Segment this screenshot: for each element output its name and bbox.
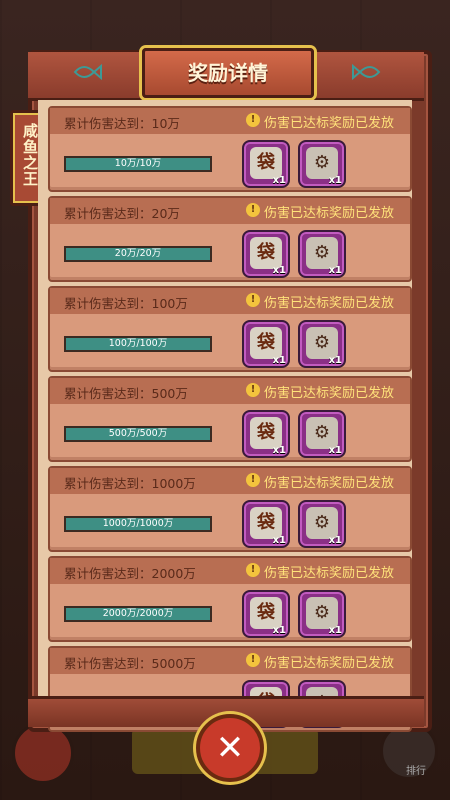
- reward-threshold-label: 累计伤害达到：1000万: [64, 476, 196, 491]
- item-quantity: x1: [328, 625, 342, 636]
- panel-title: 奖励详情: [142, 48, 314, 98]
- info-icon: !: [246, 203, 260, 217]
- item-quantity: x1: [272, 175, 286, 186]
- reward-threshold-label: 累计伤害达到：10万: [64, 116, 180, 131]
- damage-progress-bar: 10万/10万: [64, 156, 212, 172]
- reward-item-bag[interactable]: 袋 x1: [242, 410, 290, 458]
- progress-text: 2000万/2000万: [102, 608, 174, 619]
- progress-text: 10万/10万: [114, 158, 162, 169]
- damage-progress-bar: 1000万/1000万: [64, 516, 212, 532]
- item-quantity: x1: [272, 625, 286, 636]
- item-quantity: x1: [328, 445, 342, 456]
- progress-text: 20万/20万: [114, 248, 162, 259]
- reward-row: 累计伤害达到：10万 ! 伤害已达标奖励已发放 10万/10万 袋 x1 ⚙ x…: [48, 106, 412, 192]
- close-button[interactable]: ✕: [196, 714, 264, 782]
- reward-status: 伤害已达标奖励已发放: [264, 116, 395, 131]
- reward-row: 累计伤害达到：20万 ! 伤害已达标奖励已发放 20万/20万 袋 x1 ⚙ x…: [48, 196, 412, 282]
- reward-status: 伤害已达标奖励已发放: [264, 386, 395, 401]
- reward-threshold-label: 累计伤害达到：100万: [64, 296, 188, 311]
- reward-item-bag[interactable]: 袋 x1: [242, 140, 290, 188]
- item-quantity: x1: [328, 265, 342, 276]
- reward-item-rod[interactable]: ⚙ x1: [298, 140, 346, 188]
- reward-item-bag[interactable]: 袋 x1: [242, 320, 290, 368]
- fish-icon: [72, 62, 102, 82]
- reward-item-rod[interactable]: ⚙ x1: [298, 590, 346, 638]
- reward-threshold-label: 累计伤害达到：500万: [64, 386, 188, 401]
- progress-text: 100万/100万: [108, 338, 168, 349]
- background-rank-label: 排行: [406, 766, 426, 777]
- item-quantity: x1: [272, 445, 286, 456]
- damage-progress-bar: 2000万/2000万: [64, 606, 212, 622]
- reward-item-rod[interactable]: ⚙ x1: [298, 500, 346, 548]
- info-icon: !: [246, 563, 260, 577]
- info-icon: !: [246, 383, 260, 397]
- close-icon: ✕: [215, 728, 245, 768]
- damage-progress-bar: 20万/20万: [64, 246, 212, 262]
- reward-threshold-label: 累计伤害达到：5000万: [64, 656, 196, 671]
- reward-item-bag[interactable]: 袋 x1: [242, 230, 290, 278]
- reward-item-bag[interactable]: 袋 x1: [242, 590, 290, 638]
- info-icon: !: [246, 293, 260, 307]
- reward-row: 累计伤害达到：500万 ! 伤害已达标奖励已发放 500万/500万 袋 x1 …: [48, 376, 412, 462]
- item-quantity: x1: [328, 175, 342, 186]
- item-quantity: x1: [328, 535, 342, 546]
- progress-text: 1000万/1000万: [102, 518, 174, 529]
- reward-row: 累计伤害达到：100万 ! 伤害已达标奖励已发放 100万/100万 袋 x1 …: [48, 286, 412, 372]
- reward-threshold-label: 累计伤害达到：2000万: [64, 566, 196, 581]
- reward-item-bag[interactable]: 袋 x1: [242, 500, 290, 548]
- info-icon: !: [246, 653, 260, 667]
- reward-row: 累计伤害达到：2000万 ! 伤害已达标奖励已发放 2000万/2000万 袋 …: [48, 556, 412, 642]
- item-quantity: x1: [272, 355, 286, 366]
- damage-progress-bar: 500万/500万: [64, 426, 212, 442]
- reward-item-rod[interactable]: ⚙ x1: [298, 320, 346, 368]
- reward-status: 伤害已达标奖励已发放: [264, 206, 395, 221]
- fish-icon: [352, 62, 382, 82]
- reward-status: 伤害已达标奖励已发放: [264, 296, 395, 311]
- item-quantity: x1: [272, 535, 286, 546]
- damage-progress-bar: 100万/100万: [64, 336, 212, 352]
- reward-item-rod[interactable]: ⚙ x1: [298, 410, 346, 458]
- reward-item-rod[interactable]: ⚙ x1: [298, 230, 346, 278]
- info-icon: !: [246, 113, 260, 127]
- item-quantity: x1: [272, 265, 286, 276]
- reward-threshold-label: 累计伤害达到：20万: [64, 206, 180, 221]
- reward-status: 伤害已达标奖励已发放: [264, 476, 395, 491]
- reward-status: 伤害已达标奖励已发放: [264, 566, 395, 581]
- item-quantity: x1: [328, 355, 342, 366]
- reward-row: 累计伤害达到：1000万 ! 伤害已达标奖励已发放 1000万/1000万 袋 …: [48, 466, 412, 552]
- reward-status: 伤害已达标奖励已发放: [264, 656, 395, 671]
- progress-text: 500万/500万: [108, 428, 168, 439]
- info-icon: !: [246, 473, 260, 487]
